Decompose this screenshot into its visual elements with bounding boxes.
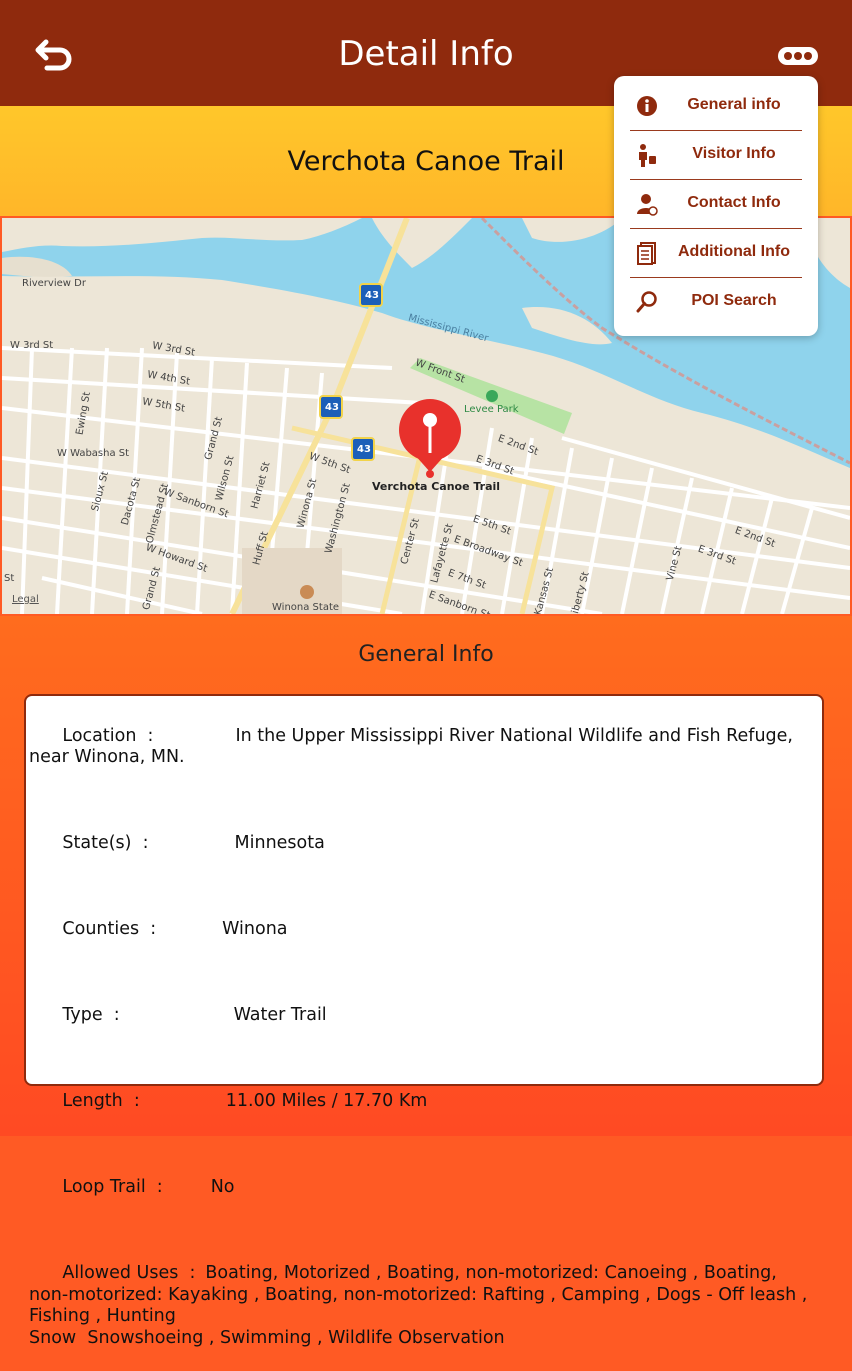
menu-item-label: Additional Info xyxy=(678,243,790,260)
info-label: State(s) : xyxy=(62,833,149,853)
search-icon xyxy=(636,291,657,313)
info-row-allowed-uses: Allowed Uses : Boating, Motorized , Boati… xyxy=(29,1242,818,1371)
info-row-length: Length : 11.00 Miles / 17.70 Km xyxy=(29,1070,818,1135)
menu-item-additional-info[interactable]: Additional Info xyxy=(630,229,802,278)
info-value: Water Trail xyxy=(233,1005,327,1025)
general-info-section: General Info Location : In the Upper Miss… xyxy=(0,616,852,1348)
street-label: St xyxy=(4,573,15,584)
menu-item-label: POI Search xyxy=(691,292,777,309)
menu-item-label: Visitor Info xyxy=(692,145,776,162)
map-legal-link[interactable]: Legal xyxy=(12,594,39,605)
document-icon xyxy=(637,242,656,265)
info-icon xyxy=(637,96,657,116)
info-label: Loop Trail : xyxy=(62,1177,163,1197)
highway-number: 43 xyxy=(357,444,371,455)
options-menu: General info Visitor Info Contact Info A… xyxy=(614,76,818,336)
info-row-counties: Counties : Winona xyxy=(29,898,818,963)
info-row-type: Type : Water Trail xyxy=(29,984,818,1049)
menu-item-visitor-info[interactable]: Visitor Info xyxy=(630,131,802,180)
street-label: Riverview Dr xyxy=(22,278,86,289)
info-value: Minnesota xyxy=(234,833,325,853)
highway-number: 43 xyxy=(365,290,379,301)
info-label: Counties : xyxy=(62,919,157,939)
info-label: Length : xyxy=(62,1091,140,1111)
pin-label: Verchota Canoe Trail xyxy=(372,480,501,493)
menu-item-poi-search[interactable]: POI Search xyxy=(630,278,802,326)
page-title: Detail Info xyxy=(338,34,514,74)
contact-icon xyxy=(637,194,658,216)
campus-label: Winona State xyxy=(272,602,340,613)
menu-item-contact-info[interactable]: Contact Info xyxy=(630,180,802,229)
menu-item-general-info[interactable]: General info xyxy=(630,82,802,131)
street-label: W Wabasha St xyxy=(57,448,130,459)
menu-item-label: Contact Info xyxy=(687,194,781,211)
info-row-states: State(s) : Minnesota xyxy=(29,812,818,877)
more-button[interactable] xyxy=(776,44,820,68)
info-value: No xyxy=(210,1177,235,1197)
info-value: 11.00 Miles / 17.70 Km xyxy=(225,1091,428,1111)
menu-item-label: General info xyxy=(687,96,781,113)
visitor-icon xyxy=(639,144,656,167)
info-row-loop-trail: Loop Trail : No xyxy=(29,1156,818,1221)
street-label: W 3rd St xyxy=(10,340,54,351)
info-value: Winona xyxy=(222,919,288,939)
info-row-location: Location : In the Upper Mississippi River… xyxy=(29,704,818,790)
info-label: Location : xyxy=(62,725,154,746)
info-label: Allowed Uses : xyxy=(62,1263,196,1283)
highway-number: 43 xyxy=(325,402,339,413)
more-dots-icon xyxy=(778,47,818,65)
section-title: General Info xyxy=(358,642,494,667)
park-label: Levee Park xyxy=(464,404,519,415)
info-label: Type : xyxy=(62,1005,120,1025)
info-card: Location : In the Upper Mississippi River… xyxy=(24,694,824,1348)
